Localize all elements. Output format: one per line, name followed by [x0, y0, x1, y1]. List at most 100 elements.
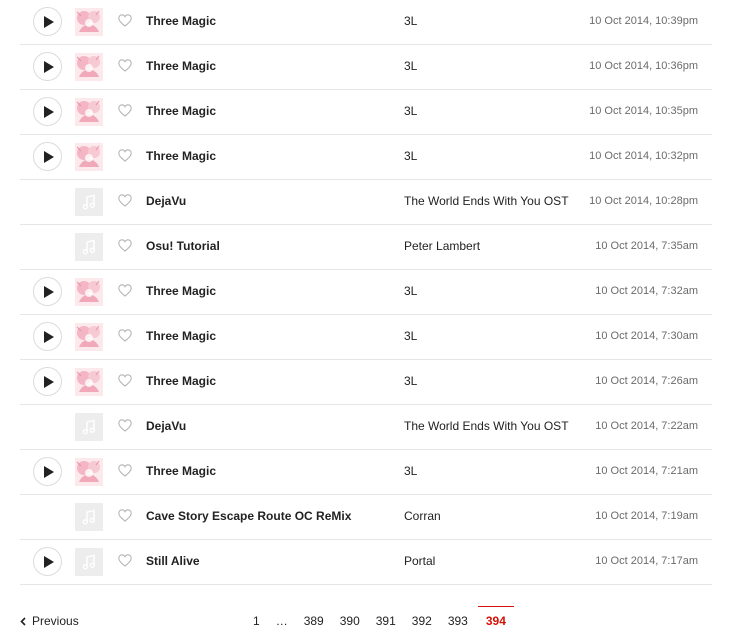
- album-art[interactable]: [75, 143, 103, 171]
- page-link[interactable]: 390: [332, 606, 368, 634]
- love-button[interactable]: [118, 104, 132, 117]
- scrobble-timestamp: 10 Oct 2014, 10:35pm: [589, 105, 698, 117]
- heart-icon: [118, 14, 132, 27]
- music-note-icon: [82, 239, 95, 255]
- play-button[interactable]: [33, 97, 62, 126]
- album-cover-image: [75, 8, 103, 36]
- play-button[interactable]: [33, 547, 62, 576]
- album-art-placeholder[interactable]: [75, 503, 103, 531]
- track-list: Three Magic 3L 10 Oct 2014, 10:39pm Three M…: [20, 0, 712, 585]
- track-row[interactable]: Three Magic 3L 10 Oct 2014, 7:32am: [20, 270, 712, 315]
- track-row[interactable]: DejaVu The World Ends With You OST 10 Oct …: [20, 180, 712, 225]
- track-title-link[interactable]: Three Magic: [146, 464, 216, 478]
- love-button[interactable]: [118, 329, 132, 342]
- album-art-placeholder[interactable]: [75, 233, 103, 261]
- track-title-link[interactable]: Three Magic: [146, 374, 216, 388]
- scrobble-timestamp: 10 Oct 2014, 10:39pm: [589, 15, 698, 27]
- play-button[interactable]: [33, 367, 62, 396]
- track-row[interactable]: Three Magic 3L 10 Oct 2014, 10:32pm: [20, 135, 712, 180]
- play-button[interactable]: [33, 142, 62, 171]
- track-title-link[interactable]: DejaVu: [146, 194, 186, 208]
- page-link[interactable]: 389: [296, 606, 332, 634]
- artist-link[interactable]: Peter Lambert: [404, 239, 480, 253]
- album-art[interactable]: [75, 323, 103, 351]
- track-row[interactable]: DejaVu The World Ends With You OST 10 Oct …: [20, 405, 712, 450]
- artist-link[interactable]: The World Ends With You OST: [404, 419, 569, 433]
- play-button[interactable]: [33, 52, 62, 81]
- play-button[interactable]: [33, 457, 62, 486]
- artist-link[interactable]: Portal: [404, 554, 435, 568]
- love-button[interactable]: [118, 239, 132, 252]
- artist-link[interactable]: 3L: [404, 284, 417, 298]
- chevron-left-icon: [20, 616, 26, 626]
- heart-icon: [118, 419, 132, 432]
- album-cover-image: [75, 458, 103, 486]
- love-button[interactable]: [118, 374, 132, 387]
- track-title-link[interactable]: Three Magic: [146, 104, 216, 118]
- track-title-link[interactable]: DejaVu: [146, 419, 186, 433]
- scrobble-timestamp: 10 Oct 2014, 10:28pm: [589, 195, 698, 207]
- artist-link[interactable]: 3L: [404, 464, 417, 478]
- love-button[interactable]: [118, 194, 132, 207]
- track-row[interactable]: Three Magic 3L 10 Oct 2014, 10:36pm: [20, 45, 712, 90]
- album-art[interactable]: [75, 458, 103, 486]
- previous-page-link[interactable]: Previous: [20, 614, 79, 628]
- artist-link[interactable]: 3L: [404, 104, 417, 118]
- page-link[interactable]: 393: [440, 606, 476, 634]
- track-row[interactable]: Three Magic 3L 10 Oct 2014, 7:21am: [20, 450, 712, 495]
- track-row[interactable]: Three Magic 3L 10 Oct 2014, 7:26am: [20, 360, 712, 405]
- page-link[interactable]: 391: [368, 606, 404, 634]
- album-art[interactable]: [75, 98, 103, 126]
- album-cover-image: [75, 143, 103, 171]
- track-row[interactable]: Three Magic 3L 10 Oct 2014, 7:30am: [20, 315, 712, 360]
- love-button[interactable]: [118, 284, 132, 297]
- play-button[interactable]: [33, 7, 62, 36]
- love-button[interactable]: [118, 419, 132, 432]
- album-cover-image: [75, 53, 103, 81]
- artist-link[interactable]: 3L: [404, 374, 417, 388]
- track-row[interactable]: Still Alive Portal 10 Oct 2014, 7:17am: [20, 540, 712, 585]
- love-button[interactable]: [118, 149, 132, 162]
- page-link[interactable]: 392: [404, 606, 440, 634]
- love-button[interactable]: [118, 509, 132, 522]
- heart-icon: [118, 464, 132, 477]
- love-button[interactable]: [118, 554, 132, 567]
- love-button[interactable]: [118, 464, 132, 477]
- love-button[interactable]: [118, 59, 132, 72]
- album-art[interactable]: [75, 8, 103, 36]
- track-title-link[interactable]: Three Magic: [146, 59, 216, 73]
- artist-link[interactable]: 3L: [404, 149, 417, 163]
- artist-link[interactable]: 3L: [404, 329, 417, 343]
- page-link[interactable]: 1: [245, 606, 268, 634]
- album-art-placeholder[interactable]: [75, 413, 103, 441]
- heart-icon: [118, 554, 132, 567]
- album-art-placeholder[interactable]: [75, 188, 103, 216]
- love-button[interactable]: [118, 14, 132, 27]
- album-art[interactable]: [75, 368, 103, 396]
- track-title-link[interactable]: Three Magic: [146, 329, 216, 343]
- track-title-link[interactable]: Three Magic: [146, 14, 216, 28]
- scrobble-timestamp: 10 Oct 2014, 10:32pm: [589, 150, 698, 162]
- track-title-link[interactable]: Three Magic: [146, 284, 216, 298]
- music-note-icon: [82, 554, 95, 570]
- artist-link[interactable]: 3L: [404, 14, 417, 28]
- track-row[interactable]: Cave Story Escape Route OC ReMix Corran 10…: [20, 495, 712, 540]
- page-numbers: 1 … 389 390 391 392 393 394: [245, 606, 514, 634]
- track-title-link[interactable]: Still Alive: [146, 554, 200, 568]
- track-row[interactable]: Three Magic 3L 10 Oct 2014, 10:39pm: [20, 0, 712, 45]
- album-cover-image: [75, 278, 103, 306]
- artist-link[interactable]: 3L: [404, 59, 417, 73]
- album-cover-image: [75, 368, 103, 396]
- track-title-link[interactable]: Osu! Tutorial: [146, 239, 220, 253]
- artist-link[interactable]: Corran: [404, 509, 441, 523]
- track-row[interactable]: Osu! Tutorial Peter Lambert 10 Oct 2014, 7…: [20, 225, 712, 270]
- play-button[interactable]: [33, 277, 62, 306]
- play-button[interactable]: [33, 322, 62, 351]
- album-art[interactable]: [75, 278, 103, 306]
- track-row[interactable]: Three Magic 3L 10 Oct 2014, 10:35pm: [20, 90, 712, 135]
- album-art-placeholder[interactable]: [75, 548, 103, 576]
- track-title-link[interactable]: Three Magic: [146, 149, 216, 163]
- album-art[interactable]: [75, 53, 103, 81]
- artist-link[interactable]: The World Ends With You OST: [404, 194, 569, 208]
- track-title-link[interactable]: Cave Story Escape Route OC ReMix: [146, 509, 351, 523]
